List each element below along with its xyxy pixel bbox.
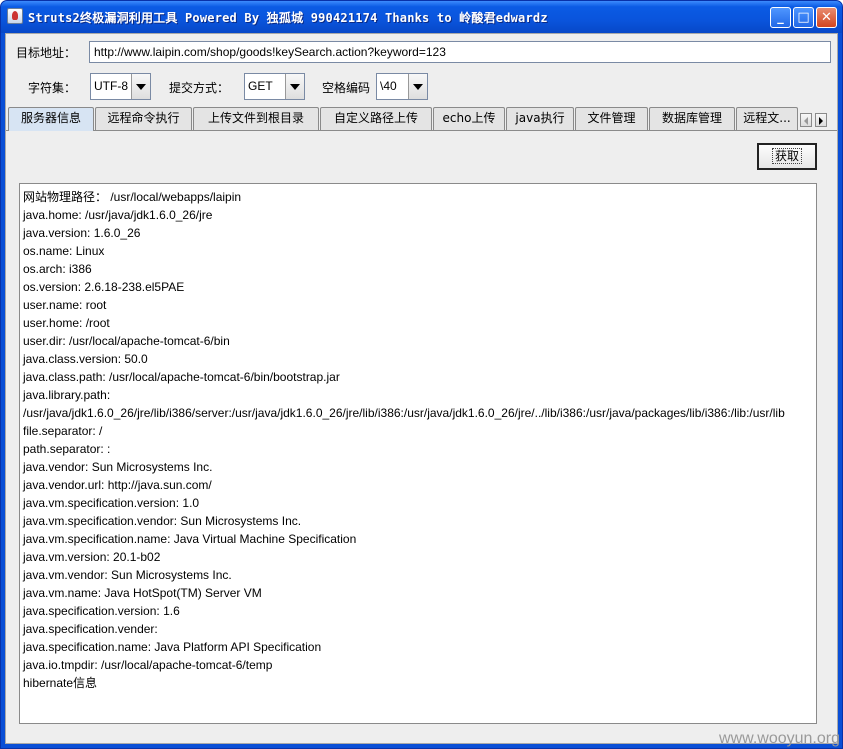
output-line: java.vm.specification.vendor: Sun Micros… [23, 514, 302, 528]
output-line: os.version: 2.6.18-238.el5PAE [23, 280, 185, 294]
tab-echo-upload[interactable]: echo上传 [433, 107, 505, 130]
chevron-down-icon[interactable] [285, 74, 304, 99]
tab-server-info[interactable]: 服务器信息 [8, 107, 94, 131]
output-line: java.io.tmpdir: /usr/local/apache-tomcat… [23, 658, 273, 672]
chevron-down-icon[interactable] [408, 74, 427, 99]
output-line: java.vm.specification.name: Java Virtual… [23, 532, 357, 546]
method-select[interactable]: GET [244, 73, 305, 100]
maximize-button[interactable]: □ [793, 7, 814, 28]
fetch-button-label: 获取 [771, 148, 802, 164]
output-line: java.class.path: /usr/local/apache-tomca… [23, 370, 340, 384]
output-line: 网站物理路径： /usr/local/webapps/laipin [23, 190, 242, 204]
target-url-input[interactable]: http://www.laipin.com/shop/goods!keySear… [89, 41, 831, 63]
tab-scroll-left-icon[interactable] [800, 113, 812, 127]
output-line: java.vm.version: 20.1-b02 [23, 550, 161, 564]
output-line: path.separator: : [23, 442, 111, 456]
tab-upload-root[interactable]: 上传文件到根目录 [193, 107, 319, 130]
space-encoding-select[interactable]: \40 [376, 73, 428, 100]
output-line: java.specification.vender: [23, 622, 158, 636]
server-info-panel: 获取 网站物理路径： /usr/local/webapps/laipin jav… [6, 130, 837, 743]
method-value: GET [248, 79, 273, 93]
app-window: Struts2终极漏洞利用工具 Powered By 独孤城 990421174… [0, 0, 843, 749]
charset-label: 字符集： [28, 81, 77, 95]
output-line: java.home: /usr/java/jdk1.6.0_26/jre [23, 208, 213, 222]
tab-remote-command[interactable]: 远程命令执行 [95, 107, 192, 130]
tab-custom-path-upload[interactable]: 自定义路径上传 [320, 107, 432, 130]
output-line: java.vendor: Sun Microsystems Inc. [23, 460, 213, 474]
server-info-output[interactable]: 网站物理路径： /usr/local/webapps/laipin java.h… [19, 183, 817, 724]
charset-value: UTF-8 [94, 79, 128, 93]
watermark-text: www.wooyun.org [719, 730, 840, 747]
tab-java-exec[interactable]: java执行 [506, 107, 574, 130]
java-app-icon [7, 8, 23, 24]
title-bar[interactable]: Struts2终极漏洞利用工具 Powered By 独孤城 990421174… [1, 1, 842, 33]
output-line: java.class.version: 50.0 [23, 352, 148, 366]
charset-select[interactable]: UTF-8 [90, 73, 151, 100]
space-encoding-label: 空格编码 [322, 81, 371, 95]
tab-strip: 服务器信息 远程命令执行 上传文件到根目录 自定义路径上传 echo上传 jav… [6, 107, 837, 131]
output-line: file.separator: / [23, 424, 103, 438]
fetch-button[interactable]: 获取 [757, 143, 817, 170]
minimize-button[interactable]: _ [770, 7, 791, 28]
output-line: java.vendor.url: http://java.sun.com/ [23, 478, 212, 492]
output-line: os.arch: i386 [23, 262, 92, 276]
tab-file-manager[interactable]: 文件管理 [575, 107, 648, 130]
method-label: 提交方式： [169, 81, 230, 95]
output-line: java.vm.specification.version: 1.0 [23, 496, 200, 510]
output-line: java.library.path: /usr/java/jdk1.6.0_26… [23, 388, 785, 420]
chevron-down-icon[interactable] [131, 74, 150, 99]
target-url-label: 目标地址： [16, 46, 77, 60]
tab-remote-file[interactable]: 远程文... [736, 107, 798, 130]
output-line: user.home: /root [23, 316, 110, 330]
space-encoding-value: \40 [380, 79, 397, 93]
output-line: java.specification.name: Java Platform A… [23, 640, 322, 654]
output-line: user.name: root [23, 298, 107, 312]
output-line: hibernate信息 [23, 676, 98, 690]
close-button[interactable]: ✕ [816, 7, 837, 28]
output-line: java.specification.version: 1.6 [23, 604, 180, 618]
output-line: java.vm.name: Java HotSpot(TM) Server VM [23, 586, 262, 600]
tab-database-manager[interactable]: 数据库管理 [649, 107, 735, 130]
output-line: user.dir: /usr/local/apache-tomcat-6/bin [23, 334, 230, 348]
window-title: Struts2终极漏洞利用工具 Powered By 独孤城 990421174… [28, 11, 548, 25]
output-line: java.vm.vendor: Sun Microsystems Inc. [23, 568, 232, 582]
tab-scroll-right-icon[interactable] [815, 113, 827, 127]
output-line: java.version: 1.6.0_26 [23, 226, 141, 240]
output-line: os.name: Linux [23, 244, 105, 258]
client-area: 目标地址： http://www.laipin.com/shop/goods!k… [5, 33, 838, 744]
